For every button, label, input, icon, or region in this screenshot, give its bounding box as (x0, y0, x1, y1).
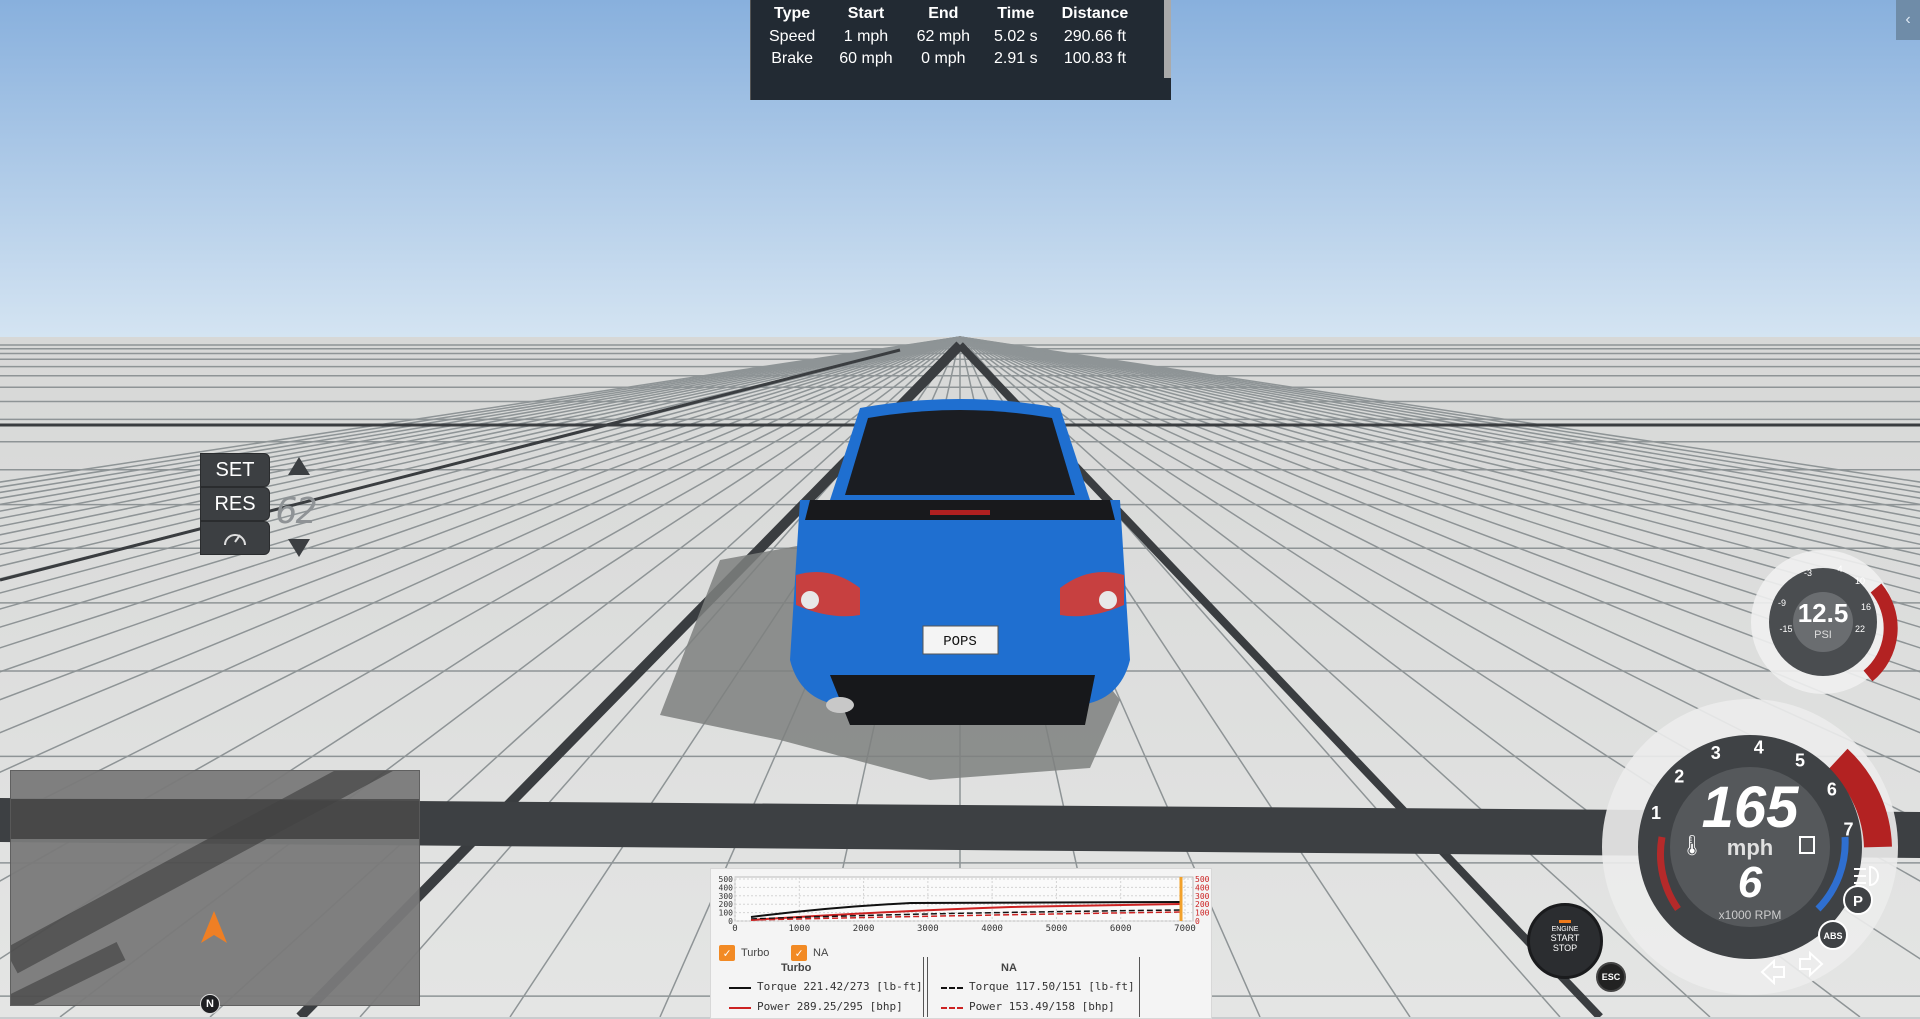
rpm-tick-label: 5 (1795, 750, 1805, 770)
na-column-title: NA (1001, 962, 1017, 974)
col-time: Time (997, 5, 1035, 22)
player-arrow-icon (201, 911, 227, 943)
col-type: Type (774, 5, 811, 22)
col-start: Start (847, 5, 885, 22)
rpm-x-tick: 7000 (1174, 924, 1196, 931)
side-panel-toggle[interactable]: ‹ (1896, 0, 1920, 40)
table-row: Speed 1 mph 62 mph 5.02 s 290.66 ft (757, 26, 1140, 48)
chevron-left-icon: ‹ (1905, 11, 1911, 28)
rpm-tick-label: 3 (1711, 743, 1721, 763)
minimap (4, 728, 426, 1014)
rpm-x-tick: 5000 (1046, 924, 1068, 931)
cruise-target-speed: 62 (276, 491, 317, 532)
na-power-value: Power 153.49/158 [bhp] (969, 1000, 1115, 1013)
cell: 2.91 s (994, 50, 1038, 67)
turbo-power-value: Power 289.25/295 [bhp] (757, 1000, 903, 1013)
rpm-x-tick: 1000 (788, 924, 810, 931)
boost-tick-label: 10 (1855, 576, 1865, 586)
boost-tick-label: 16 (1861, 602, 1871, 612)
boost-tick-label: -3 (1804, 568, 1812, 578)
rpm-tick-label: 1 (1651, 803, 1661, 823)
acceleration-stats-panel: Type Start End Time Distance Speed 1 mph… (750, 0, 1171, 100)
rpm-tick-label: 7 (1843, 820, 1853, 840)
engine-label-line2: START (1550, 933, 1580, 943)
boost-tick-label: -9 (1778, 598, 1786, 608)
boost-value: 12.5 (1798, 598, 1849, 628)
torque-chart: 5004003002001000 5004003002001000 0 1000 2… (719, 875, 1210, 931)
esc-label: ESC (1601, 972, 1621, 982)
rpm-x-tick: 4000 (981, 924, 1003, 931)
cell: 60 mph (839, 50, 893, 67)
esc-button[interactable]: ESC (1596, 962, 1626, 992)
boost-tick-label: -15 (1779, 624, 1792, 634)
turbo-checkbox[interactable]: ✓ (719, 945, 735, 961)
stats-scrollbar[interactable] (1164, 0, 1171, 78)
table-row: Brake 60 mph 0 mph 2.91 s 100.83 ft (757, 48, 1140, 70)
rpm-x-tick: 3000 (917, 924, 939, 931)
col-distance: Distance (1061, 5, 1129, 22)
na-checkbox[interactable]: ✓ (791, 945, 807, 961)
boost-tick-label: 22 (1855, 624, 1865, 634)
cruise-toggle-button[interactable] (200, 521, 270, 555)
boost-unit: PSI (1814, 629, 1832, 641)
rpm-unit: x1000 RPM (1719, 908, 1782, 922)
speedometer-cluster: 123 4567 165 mph 6 x1000 RPM 🌡 P ABS (1602, 699, 1898, 995)
engine-start-stop-button[interactable]: ENGINE START STOP (1527, 903, 1603, 979)
engine-label-line3: STOP (1552, 943, 1578, 953)
boost-gauge: -3 4 10 -9 16 -15 22 12.5 PSI (1751, 550, 1898, 694)
cell: Speed (769, 28, 816, 45)
gear-indicator: 6 (1738, 858, 1763, 907)
stats-table: Type Start End Time Distance Speed 1 mph… (757, 2, 1140, 70)
speed-unit: mph (1727, 835, 1773, 860)
na-torque-value: Torque 117.50/151 [lb-ft] (969, 980, 1135, 993)
cell: 5.02 s (994, 28, 1038, 45)
rpm-x-tick: 0 (732, 924, 737, 931)
compass-north: N (200, 994, 220, 1014)
temperature-icon: 🌡 (1679, 835, 1704, 857)
cell: 290.66 ft (1063, 28, 1127, 45)
cruise-res-button[interactable]: RES (200, 487, 270, 521)
cell: 100.83 ft (1063, 50, 1127, 67)
turbo-column-title: Turbo (781, 962, 812, 974)
cell: Brake (771, 50, 814, 67)
speed-up-icon[interactable] (286, 455, 312, 477)
cruise-control: SET RES 62 (200, 453, 332, 563)
rpm-x-tick: 6000 (1110, 924, 1132, 931)
svg-text:P: P (1853, 893, 1863, 910)
turbo-torque-value: Torque 221.42/273 [lb-ft] (757, 980, 923, 993)
speed-down-icon[interactable] (286, 537, 312, 559)
cruise-set-button[interactable]: SET (200, 453, 270, 487)
torque-power-graph: 500 400 300 200 100 0 500 400 300 200 100 0 0 1000 2… (710, 868, 1212, 1019)
cell: 62 mph (916, 28, 971, 45)
na-checkbox-label: NA (813, 947, 829, 959)
rpm-tick-label: 2 (1674, 766, 1684, 786)
engine-indicator (1559, 920, 1571, 923)
cell: 0 mph (921, 50, 966, 67)
col-end: End (928, 5, 959, 22)
speedometer-icon (224, 534, 246, 546)
cell: 1 mph (843, 28, 889, 45)
turbo-checkbox-label: Turbo (741, 947, 770, 959)
engine-label-line1: ENGINE (1551, 926, 1579, 933)
license-plate: POPS (943, 634, 977, 650)
rpm-tick-label: 4 (1754, 737, 1764, 757)
rpm-x-tick: 2000 (853, 924, 875, 931)
svg-text:ABS: ABS (1823, 931, 1842, 941)
rpm-tick-label: 6 (1827, 780, 1837, 800)
speed-value: 165 (1702, 775, 1800, 840)
boost-tick-label: 4 (1837, 564, 1842, 574)
